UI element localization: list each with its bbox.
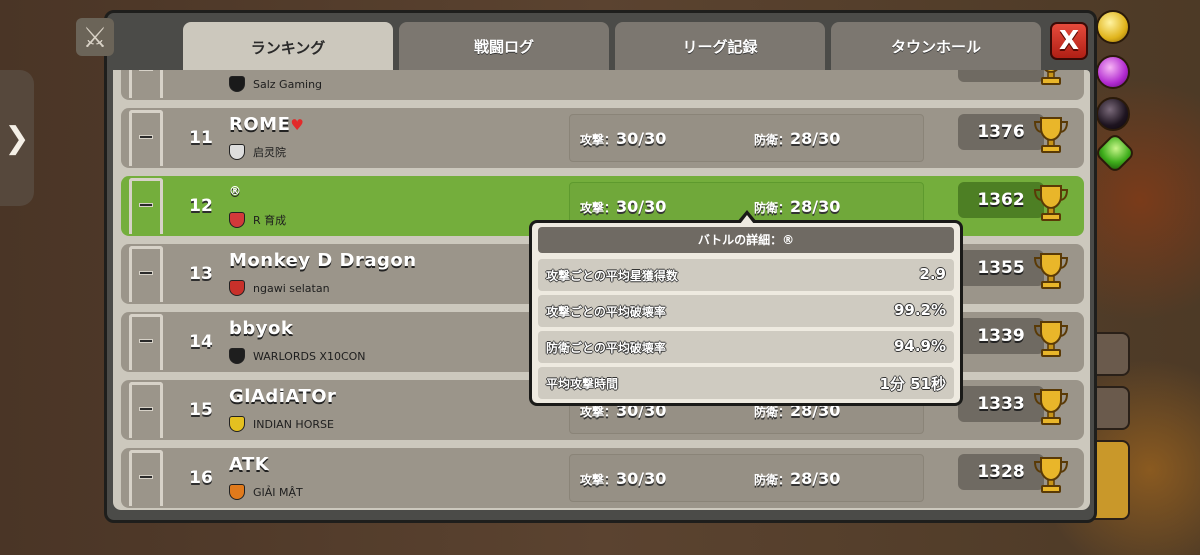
clan-name: WARLORDS X10CON bbox=[253, 349, 366, 363]
clan-name: Salz Gaming bbox=[253, 77, 323, 91]
rank-number: 15 bbox=[189, 400, 213, 420]
clan-info: INDIAN HORSE bbox=[229, 416, 334, 432]
trophy-icon bbox=[1033, 117, 1069, 153]
rank-number: 11 bbox=[189, 128, 213, 148]
attack-stat: 攻撃：30/30 bbox=[580, 469, 667, 488]
trophy-icon bbox=[1033, 389, 1069, 425]
ranking-row-partial[interactable]: Salz Gaming bbox=[121, 70, 1084, 100]
league-shield-icon bbox=[129, 450, 163, 506]
player-name: ROME♥ bbox=[229, 114, 305, 135]
trophy-count bbox=[958, 70, 1044, 82]
player-name: ATK bbox=[229, 454, 270, 475]
ranking-row[interactable]: 11 ROME♥ 启灵院 攻撃：30/30 防衛：28/30 1376 bbox=[121, 108, 1084, 168]
stat-avg-stars: 攻撃ごとの平均星獲得数 2.9 bbox=[538, 259, 954, 291]
battle-details-popup: バトルの詳細：® 攻撃ごとの平均星獲得数 2.9 攻撃ごとの平均破壊率 99.2% … bbox=[529, 220, 963, 406]
close-button[interactable]: X bbox=[1050, 22, 1088, 60]
tab-league-record[interactable]: リーグ記録 bbox=[615, 22, 825, 70]
clan-info: GIẢI MẬT bbox=[229, 484, 303, 500]
league-shield-icon bbox=[129, 246, 163, 302]
clan-info: ngawi selatan bbox=[229, 280, 330, 296]
clan-info: Salz Gaming bbox=[229, 76, 322, 92]
league-shield-icon bbox=[129, 110, 163, 166]
player-name: bbyok bbox=[229, 318, 294, 339]
trophy-icon bbox=[1033, 253, 1069, 289]
league-shield-icon bbox=[129, 382, 163, 438]
clan-name: INDIAN HORSE bbox=[253, 417, 334, 431]
stat-avg-defense-destruction: 防衛ごとの平均破壊率 94.9% bbox=[538, 331, 954, 363]
trophy-count: 1376 bbox=[958, 114, 1044, 150]
stat-avg-attack-destruction: 攻撃ごとの平均破壊率 99.2% bbox=[538, 295, 954, 327]
clan-badge-icon bbox=[229, 144, 245, 160]
gold-icon bbox=[1096, 10, 1130, 44]
player-name: GlAdiATOr bbox=[229, 386, 337, 407]
dark-elixir-icon bbox=[1096, 97, 1130, 131]
league-shield-icon bbox=[129, 70, 163, 98]
trophy-icon bbox=[1033, 185, 1069, 221]
side-expand-tab[interactable]: ❯ bbox=[0, 70, 34, 206]
close-icon: X bbox=[1058, 26, 1080, 56]
trophy-icon bbox=[1041, 70, 1061, 85]
heart-icon: ♥ bbox=[290, 116, 305, 134]
stat-avg-attack-time: 平均攻撃時間 1分 51秒 bbox=[538, 367, 954, 399]
rank-number: 14 bbox=[189, 332, 213, 352]
tab-ranking[interactable]: ランキング bbox=[183, 22, 393, 72]
clan-name: 启灵院 bbox=[253, 146, 286, 159]
elixir-icon bbox=[1096, 55, 1130, 89]
attack-stat: 攻撃：30/30 bbox=[580, 129, 667, 148]
league-shield-icon bbox=[129, 314, 163, 370]
tab-battle-log[interactable]: 戦闘ログ bbox=[399, 22, 609, 70]
clan-info: 启灵院 bbox=[229, 144, 286, 160]
clan-info: WARLORDS X10CON bbox=[229, 348, 366, 364]
clan-badge-icon bbox=[229, 212, 245, 228]
clan-badge-icon bbox=[229, 416, 245, 432]
player-name: ® bbox=[229, 184, 242, 198]
trophy-icon bbox=[1033, 321, 1069, 357]
trophy-count: 1355 bbox=[958, 250, 1044, 286]
trophy-count: 1328 bbox=[958, 454, 1044, 490]
popup-pointer-inner bbox=[740, 215, 754, 224]
trophy-count: 1362 bbox=[958, 182, 1044, 218]
rank-number: 12 bbox=[189, 196, 213, 216]
trophy-count: 1339 bbox=[958, 318, 1044, 354]
attack-defense-stats[interactable]: 攻撃：30/30 防衛：28/30 bbox=[569, 114, 924, 162]
clan-name: GIẢI MẬT bbox=[253, 485, 303, 499]
popup-title: バトルの詳細：® bbox=[538, 227, 954, 253]
clan-name: ngawi selatan bbox=[253, 281, 330, 295]
ranking-row[interactable]: 16 ATK GIẢI MẬT 攻撃：30/30 防衛：28/30 1328 bbox=[121, 448, 1084, 508]
defense-stat: 防衛：28/30 bbox=[754, 197, 841, 216]
clan-badge-icon bbox=[229, 348, 245, 364]
clan-badge-icon bbox=[229, 76, 245, 92]
defense-stat: 防衛：28/30 bbox=[754, 129, 841, 148]
trophy-count: 1333 bbox=[958, 386, 1044, 422]
clan-badge-icon bbox=[229, 280, 245, 296]
league-shield-icon bbox=[129, 178, 163, 234]
clan-name: R 育成 bbox=[253, 214, 287, 227]
rank-number: 13 bbox=[189, 264, 213, 284]
crossed-swords-icon: ⚔ bbox=[76, 18, 114, 56]
clan-badge-icon bbox=[229, 484, 245, 500]
clan-info: R 育成 bbox=[229, 212, 286, 228]
tab-town-hall[interactable]: タウンホール bbox=[831, 22, 1041, 70]
rank-number: 16 bbox=[189, 468, 213, 488]
attack-stat: 攻撃：30/30 bbox=[580, 197, 667, 216]
defense-stat: 防衛：28/30 bbox=[754, 469, 841, 488]
trophy-icon bbox=[1033, 457, 1069, 493]
player-name: Monkey D Dragon bbox=[229, 250, 417, 271]
chevron-right-icon: ❯ bbox=[4, 120, 30, 156]
attack-defense-stats[interactable]: 攻撃：30/30 防衛：28/30 bbox=[569, 454, 924, 502]
